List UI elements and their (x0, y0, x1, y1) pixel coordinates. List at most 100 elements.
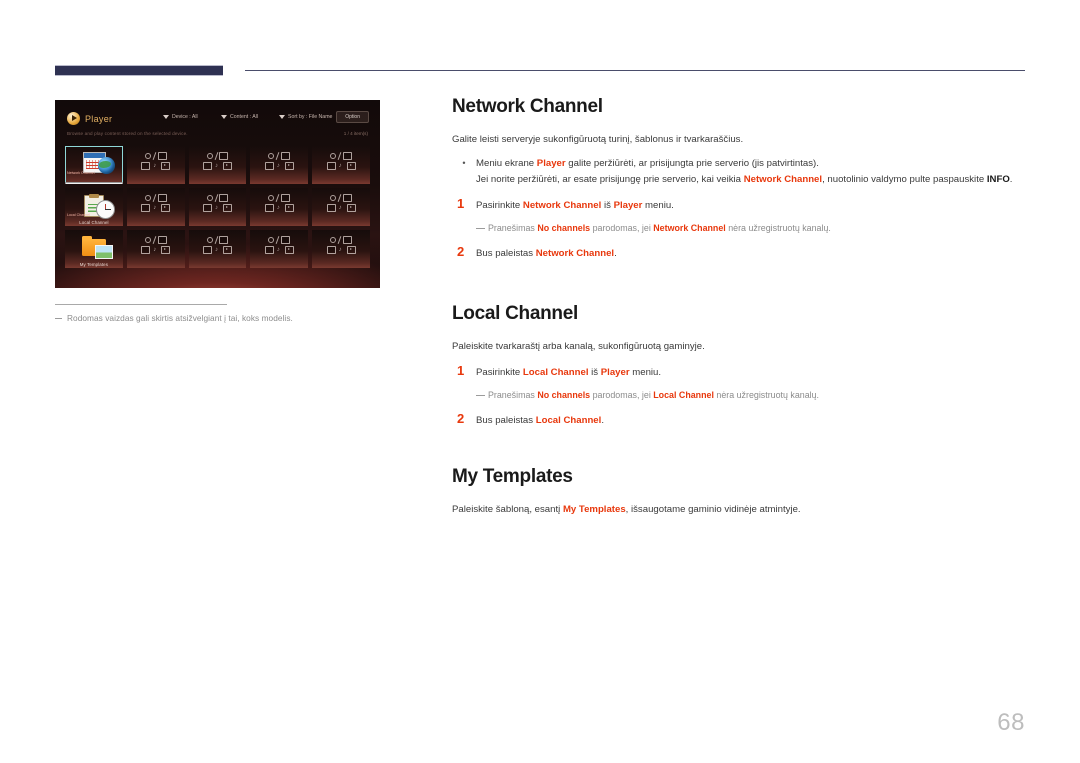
tile-empty[interactable]: ♪ (312, 188, 370, 226)
document-icon (343, 194, 353, 202)
tile-empty[interactable]: ♪ (312, 230, 370, 268)
slash-icon (152, 194, 156, 202)
image-icon (202, 204, 212, 212)
tile-empty[interactable]: ♪ (188, 188, 247, 226)
slash-icon (152, 236, 156, 244)
step-red-1: Local Channel (522, 367, 589, 378)
placeholder-media-icons: ♪ (127, 236, 185, 254)
note-post: nėra užregistruotų kanalų. (725, 223, 831, 233)
document-icon (157, 236, 167, 244)
filter-device[interactable]: Device : All (163, 114, 198, 120)
music-icon: ♪ (338, 162, 342, 169)
placeholder-media-icons: ♪ (312, 152, 370, 170)
image-icon (264, 162, 274, 170)
video-icon (222, 162, 232, 170)
filter-content[interactable]: Content : All (221, 114, 258, 120)
tile-empty[interactable]: ♪ (250, 188, 309, 226)
image-icon (202, 246, 212, 254)
placeholder-media-icons: ♪ (250, 194, 308, 212)
filter-device-label: Device : All (172, 114, 198, 120)
tile-local-channel[interactable]: Local Channel Local Channel (65, 188, 123, 226)
note-mid: parodomas, jei (590, 390, 654, 400)
tile-label: My Templates (79, 261, 108, 267)
camera-icon (330, 195, 337, 201)
slash-icon (337, 236, 342, 244)
note-item: Pranešimas No channels parodomas, jei Lo… (452, 389, 1027, 402)
intro-red: My Templates (562, 504, 626, 515)
page-number: 68 (997, 709, 1025, 736)
chevron-down-icon (221, 115, 227, 119)
image-icon (141, 162, 151, 170)
tile-empty[interactable]: ♪ (126, 188, 185, 226)
bullet-line1-red: Player (536, 158, 566, 169)
image-icon (264, 204, 274, 212)
section-intro: Paleiskite šabloną, esantį My Templates,… (452, 502, 1027, 517)
player-title-badge: Player (67, 112, 112, 125)
music-icon: ♪ (153, 162, 157, 169)
slash-icon (276, 194, 280, 202)
note-red-2: Network Channel (653, 223, 726, 233)
tile-network-channel[interactable]: Network Channel Network Channel (65, 146, 123, 184)
player-screen-header: Player Browse and play content stored on… (55, 100, 380, 144)
slash-icon (214, 236, 218, 244)
camera-icon (268, 153, 275, 159)
tile-empty[interactable]: ♪ (188, 230, 247, 268)
intro-pre: Paleiskite šabloną, esantį (452, 504, 563, 515)
placeholder-media-icons: ♪ (189, 152, 247, 170)
tile-empty[interactable]: ♪ (126, 146, 185, 184)
tile-empty[interactable]: ♪ (250, 146, 309, 184)
tile-empty[interactable]: ♪ (312, 146, 370, 184)
image-icon (326, 246, 336, 254)
section-network-channel: Network Channel Galite leisti serveryje … (452, 96, 1027, 261)
camera-icon (206, 153, 213, 159)
step-red-1: Local Channel (535, 415, 602, 426)
bullet-line2-red: Network Channel (743, 173, 823, 185)
music-icon: ♪ (153, 246, 157, 253)
player-subtitle: Browse and play content stored on the se… (67, 131, 188, 136)
bullet-line2-bold: INFO (986, 173, 1010, 185)
tile-empty[interactable]: ♪ (250, 230, 309, 268)
video-icon (346, 162, 356, 170)
slash-icon (276, 236, 280, 244)
step-number: 1 (457, 363, 465, 378)
chevron-down-icon (163, 115, 169, 119)
camera-icon (268, 237, 275, 243)
document-icon (281, 194, 291, 202)
note-red-1: No channels (537, 390, 591, 400)
slash-icon (214, 194, 218, 202)
step-item: 2 Bus paleistas Local Channel. (452, 412, 1027, 428)
tile-empty[interactable]: ♪ (126, 230, 185, 268)
header-rule-line (245, 70, 1025, 71)
filter-sort-label: Sort by : File Name (288, 114, 333, 120)
note-dash-icon (476, 395, 485, 396)
document-icon (343, 236, 353, 244)
step-number: 2 (457, 244, 465, 259)
image-icon (326, 162, 336, 170)
placeholder-media-icons: ♪ (250, 236, 308, 254)
filter-sort-by[interactable]: Sort by : File Name (279, 114, 332, 120)
bullet-line1-post: galite peržiūrėti, ar prisijungta prie s… (565, 158, 819, 169)
tile-my-templates[interactable]: My Templates (65, 230, 123, 268)
music-icon: ♪ (338, 204, 342, 211)
document-icon (343, 152, 353, 160)
tile-empty[interactable]: ♪ (188, 146, 247, 184)
placeholder-media-icons: ♪ (312, 236, 370, 254)
header-rule-block (55, 65, 223, 76)
clock-icon (96, 200, 115, 219)
caption-divider (55, 304, 227, 305)
bullet-marker: • (462, 158, 466, 168)
step-number: 1 (457, 196, 465, 211)
section-my-templates: My Templates Paleiskite šabloną, esantį … (452, 466, 1027, 517)
slash-icon (337, 152, 342, 160)
music-icon: ♪ (214, 246, 218, 253)
tile-label: Network Channel (65, 181, 123, 184)
option-button[interactable]: Option (336, 111, 369, 123)
bullet-line1-pre: Meniu ekrane (476, 158, 537, 169)
video-icon (161, 204, 171, 212)
step-post: . (601, 415, 604, 426)
step-red-2: Player (600, 367, 630, 378)
caption-dash-icon (55, 318, 62, 319)
music-icon: ♪ (276, 246, 280, 253)
step-item: 1 Pasirinkite Local Channel iš Player me… (452, 364, 1027, 380)
note-item: Pranešimas No channels parodomas, jei Ne… (452, 222, 1027, 235)
